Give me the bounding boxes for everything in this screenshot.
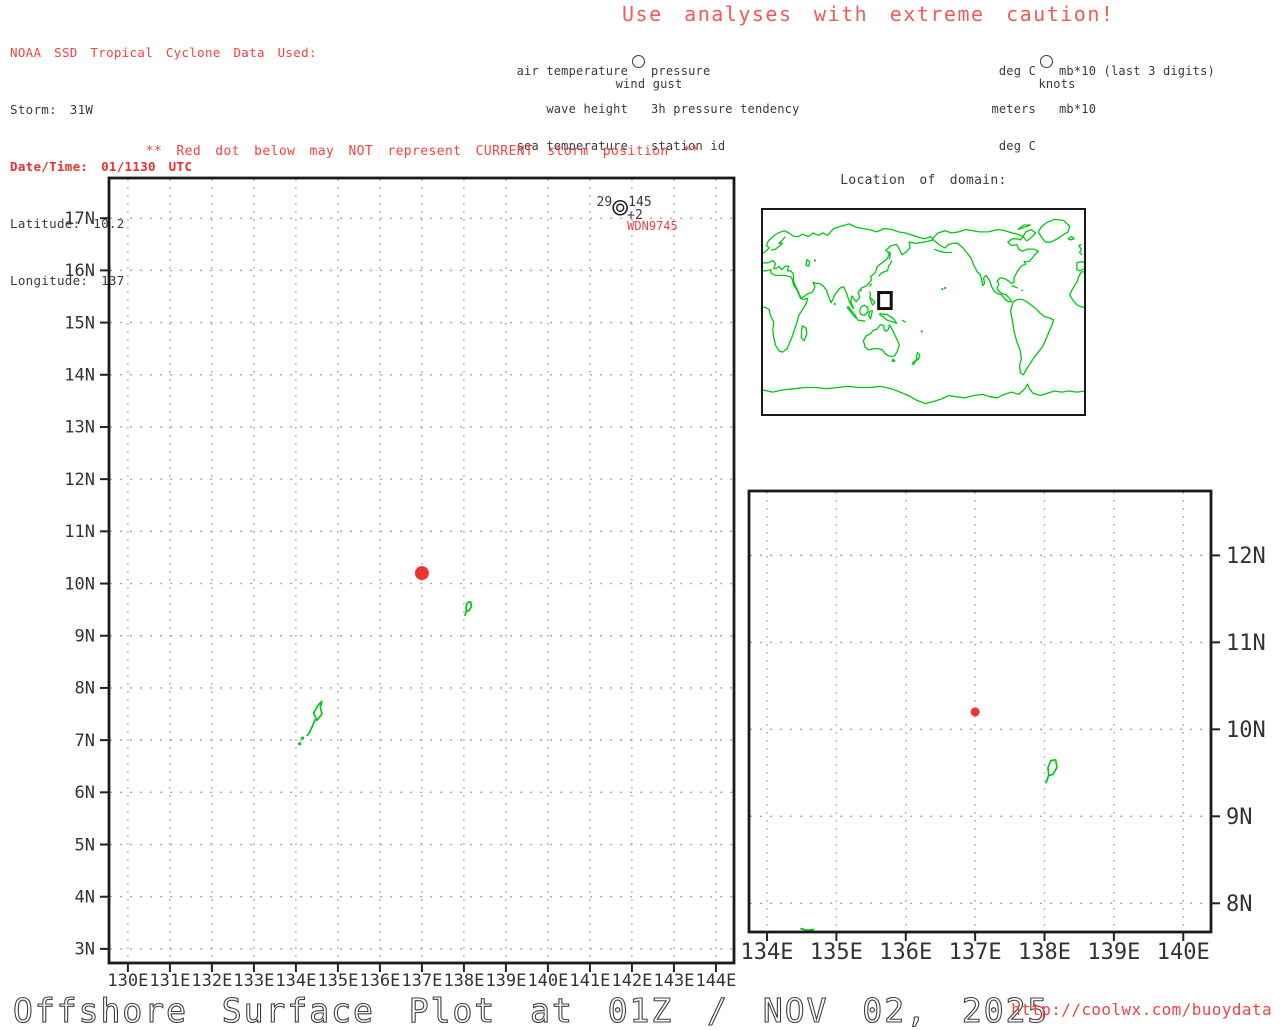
coastline xyxy=(862,323,900,358)
axis-tick-label: 8N xyxy=(75,679,95,699)
island-coastline xyxy=(800,927,815,932)
coastline xyxy=(1076,260,1086,272)
coastline xyxy=(846,305,858,320)
axis-tick-label: 134E xyxy=(275,971,316,991)
axis-tick-label: 10N xyxy=(1226,718,1266,743)
axis-tick-label: 139E xyxy=(1087,940,1140,965)
coastline xyxy=(1069,271,1085,309)
island-dot xyxy=(301,736,305,740)
coastline xyxy=(761,223,935,310)
station-value: WDN9745 xyxy=(627,219,678,233)
axis-tick-label: 138E xyxy=(1018,940,1071,965)
source-url: http://coolwx.com/buoydata xyxy=(1011,1000,1272,1019)
coastline xyxy=(891,358,896,362)
coastline xyxy=(911,358,918,366)
island-coastline xyxy=(312,700,323,722)
coastline xyxy=(770,236,786,251)
axis-tick-label: 134E xyxy=(741,940,794,965)
axis-tick-label: 144E xyxy=(695,971,736,991)
axis-tick-label: 133E xyxy=(233,971,274,991)
map-border xyxy=(761,208,1086,416)
station-value: 29 xyxy=(597,195,613,210)
zoom-plot: 134E 135E 136E 137E 138E 139E 140E 8N 9N 10N 11N 12… xyxy=(741,489,1266,965)
coastline xyxy=(859,304,869,317)
coastline xyxy=(878,260,893,277)
axis-tick-label: 14N xyxy=(64,366,95,386)
axis-tick-label: 13N xyxy=(64,418,95,438)
coastline xyxy=(1067,235,1075,241)
axis-tick-label: 132E xyxy=(191,971,232,991)
axis-tick-label: 136E xyxy=(879,940,932,965)
coastline xyxy=(1011,285,1018,289)
station-plot: 29 145+2WDN9745 xyxy=(597,195,678,233)
island-dot xyxy=(859,289,862,292)
coastline xyxy=(800,325,808,342)
island-coastline xyxy=(1045,758,1058,784)
coastline xyxy=(934,248,953,254)
world-map xyxy=(761,208,1086,416)
axis-tick-label: 17N xyxy=(64,209,95,229)
axis-tick-label: 136E xyxy=(359,971,400,991)
coastline xyxy=(1009,298,1055,376)
coastline xyxy=(1022,228,1037,242)
domain-box xyxy=(877,291,893,311)
axis-tick-label: 137E xyxy=(401,971,442,991)
island-dot xyxy=(298,742,302,746)
coastline xyxy=(1017,224,1031,231)
coastline xyxy=(869,291,876,306)
axis-tick-label: 8N xyxy=(1226,892,1253,917)
coastline xyxy=(901,319,906,323)
axis-tick-label: 6N xyxy=(75,783,95,803)
coastline xyxy=(857,319,866,322)
axis-tick-label: 131E xyxy=(149,971,190,991)
axis-tick-label: 11N xyxy=(64,522,95,542)
page: { "header": { "info_lines": { "source": … xyxy=(0,0,1280,1030)
axis-tick-label: 9N xyxy=(1226,805,1253,830)
plot-title: Offshore Surface Plot at 01Z / NOV 02, 2… xyxy=(12,990,1050,1030)
island-dot xyxy=(943,286,947,290)
axis-tick-label: 16N xyxy=(64,261,95,281)
coastline xyxy=(1078,243,1083,256)
island-dot xyxy=(941,288,944,291)
axis-tick-label: 5N xyxy=(75,835,95,855)
plot-border xyxy=(747,489,1213,934)
axis-tick-label: 12N xyxy=(1226,544,1266,569)
island-coastline xyxy=(306,718,316,737)
axis-tick-label: 139E xyxy=(485,971,526,991)
island-coastline xyxy=(463,600,473,617)
coastline xyxy=(761,383,1086,405)
axis-tick-label: 11N xyxy=(1226,631,1266,656)
axis-tick-label: 143E xyxy=(653,971,694,991)
axis-tick-label: 140E xyxy=(1157,940,1210,965)
axis-tick-label: 142E xyxy=(611,971,652,991)
axis-tick-label: 138E xyxy=(443,971,484,991)
main-plot: 29 145+2WDN9745130E 131E 132E 133E 134E 135E 13… xyxy=(64,176,736,991)
coastline xyxy=(878,312,898,325)
axis-tick-label: 3N xyxy=(75,940,95,960)
coastline xyxy=(762,269,809,353)
island-dot xyxy=(813,259,817,262)
coastline xyxy=(868,310,874,320)
axis-tick-label: 7N xyxy=(75,731,95,751)
storm-position-dot xyxy=(414,566,429,581)
axis-tick-label: 15N xyxy=(64,313,95,333)
island-dot xyxy=(920,330,923,333)
axis-tick-label: 141E xyxy=(569,971,610,991)
coastline xyxy=(888,251,891,260)
coastline xyxy=(805,258,811,267)
plots-canvas: 29 145+2WDN9745130E 131E 132E 133E 134E 135E 13… xyxy=(64,176,1266,991)
axis-tick-label: 137E xyxy=(949,940,1002,965)
coastline xyxy=(869,283,873,288)
axis-tick-label: 135E xyxy=(317,971,358,991)
island-dot xyxy=(833,302,836,306)
axis-tick-label: 9N xyxy=(75,627,95,647)
axis-tick-label: 130E xyxy=(107,971,148,991)
axis-tick-label: 12N xyxy=(64,470,95,490)
storm-position-dot xyxy=(970,707,980,717)
coastline xyxy=(1037,218,1071,243)
axis-tick-label: 4N xyxy=(75,887,95,907)
axis-tick-label: 10N xyxy=(64,574,95,594)
axis-tick-label: 140E xyxy=(527,971,568,991)
axis-tick-label: 135E xyxy=(810,940,863,965)
